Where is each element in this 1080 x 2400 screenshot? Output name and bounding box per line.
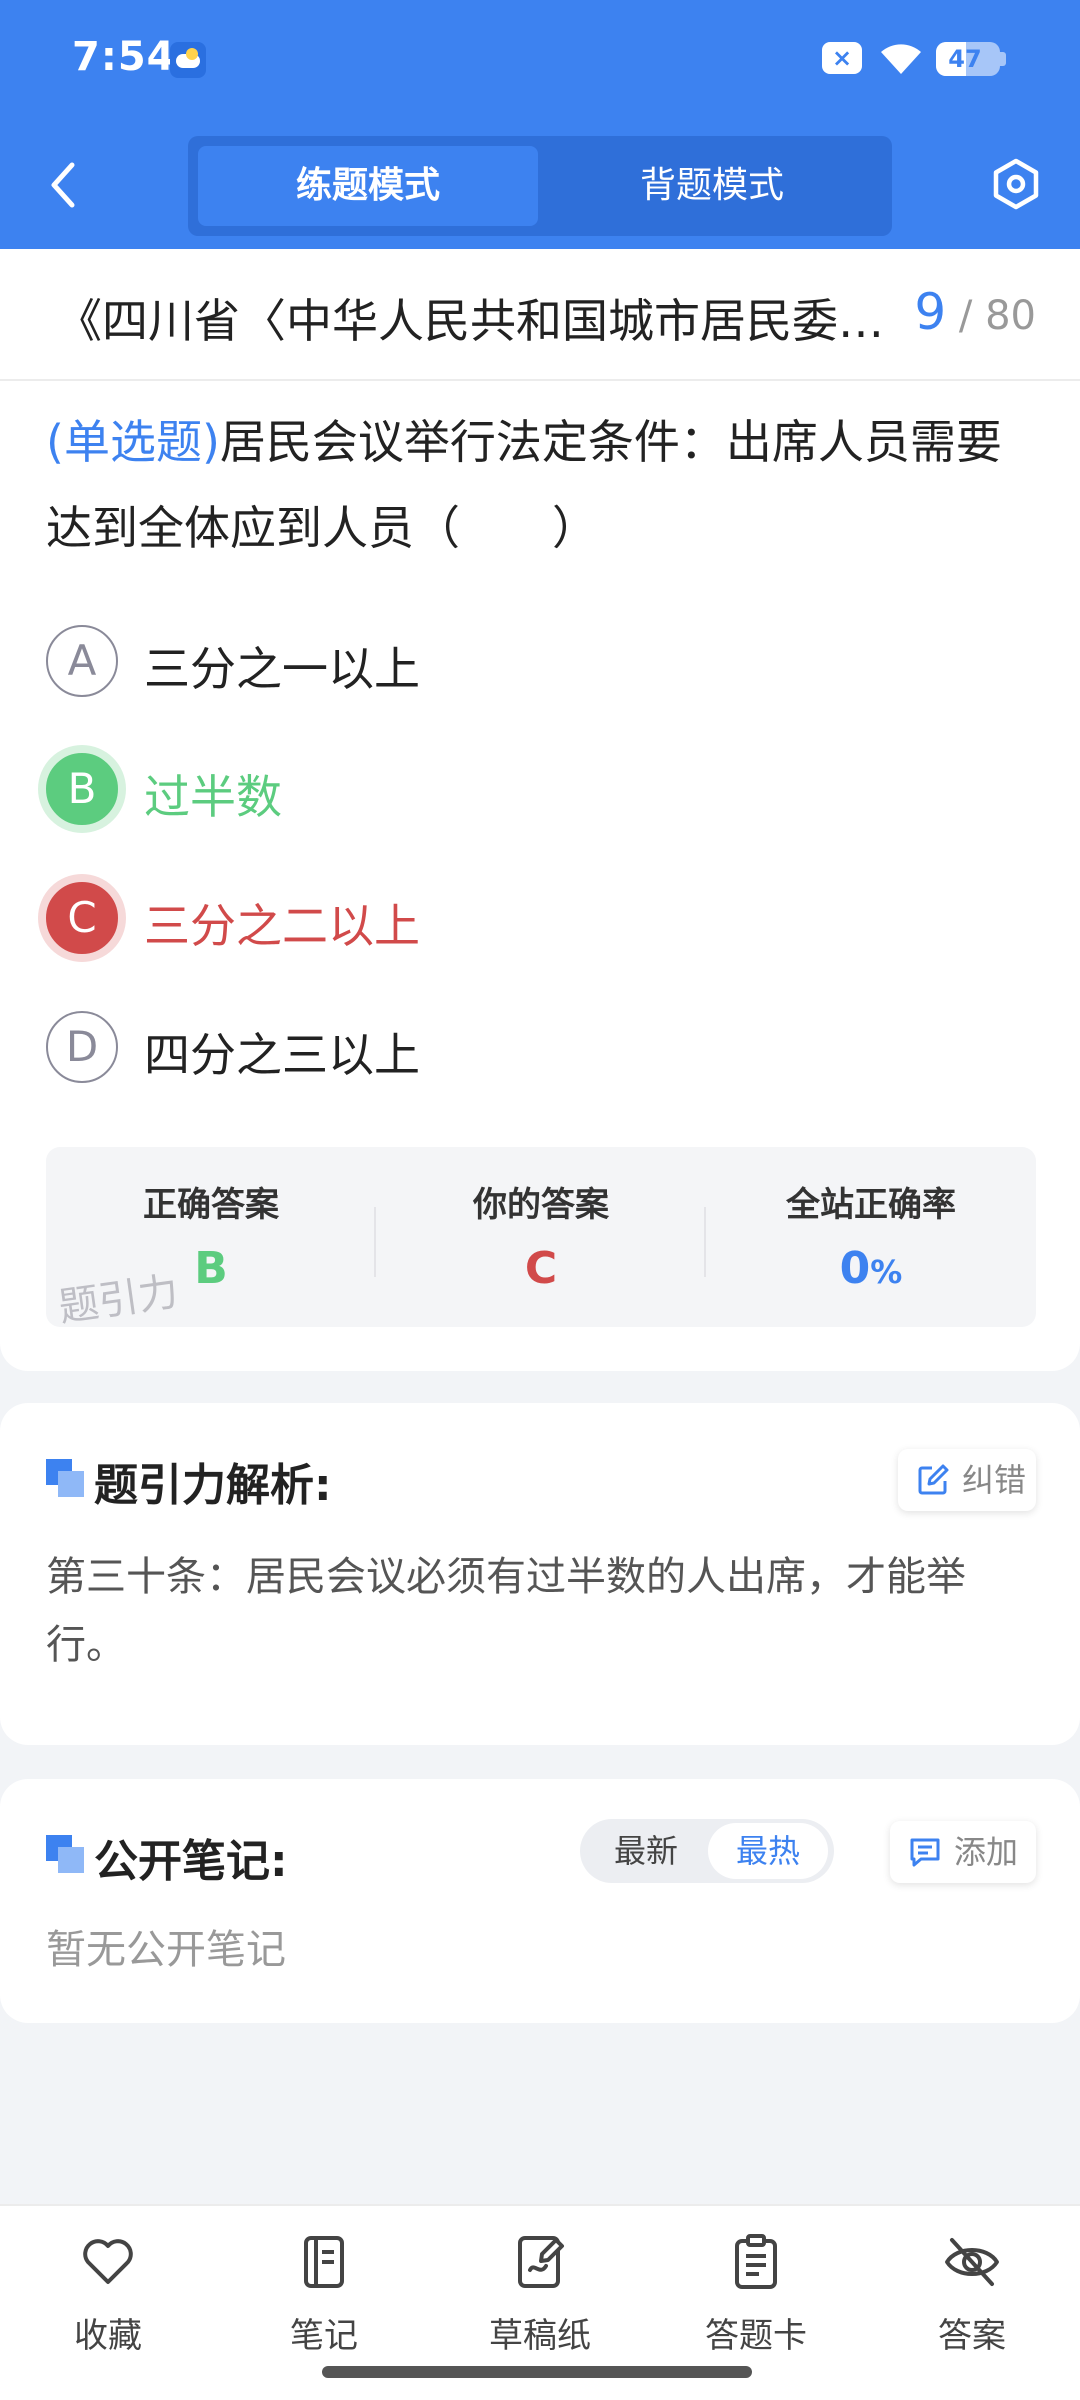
notes-empty-text: 暂无公开笔记 <box>46 1927 286 1973</box>
chevron-left-icon[interactable] <box>40 155 90 215</box>
option-text: 过半数 <box>144 770 282 824</box>
site-rate-label: 全站正确率 <box>786 1185 956 1225</box>
question-card: 《四川省〈中华人民共和国城市居民委员会组织法〉实施办法》 9 / 80 (单选题… <box>0 249 1080 1371</box>
option-c[interactable]: C 三分之二以上 <box>46 876 1026 966</box>
notes-sort-toggle: 最新 最热 <box>580 1819 834 1883</box>
question-title-row: 《四川省〈中华人民共和国城市居民委员会组织法〉实施办法》 9 / 80 <box>0 249 1080 381</box>
nav-label: 收藏 <box>74 2316 142 2356</box>
tab-practice-mode[interactable]: 练题模式 <box>198 146 538 226</box>
analysis-card: 题引力解析: 纠错 第三十条：居民会议必须有过半数的人出席，才能举行。 <box>0 1403 1080 1745</box>
correct-answer-label: 正确答案 <box>143 1185 279 1225</box>
comment-icon <box>910 1838 940 1867</box>
notes-title: 公开笔记: <box>94 1836 288 1887</box>
question-current: 9 <box>914 283 947 341</box>
question-text: (单选题)居民会议举行法定条件：出席人员需要达到全体应到人员（ ） <box>46 399 1036 571</box>
question-total: / 80 <box>958 293 1036 339</box>
nav-answer[interactable]: 答案 <box>872 2232 1072 2362</box>
wifi-icon <box>881 44 921 74</box>
draft-paper-icon <box>518 2236 564 2288</box>
report-error-label: 纠错 <box>962 1461 1027 1499</box>
option-letter: B <box>46 753 118 825</box>
nav-favorite[interactable]: 收藏 <box>8 2232 208 2362</box>
option-letter: D <box>46 1011 118 1083</box>
option-text: 三分之二以上 <box>144 899 420 953</box>
battery-tip <box>1000 52 1006 66</box>
section-icon <box>46 1835 84 1873</box>
mode-switch: 练题模式 背题模式 <box>188 136 892 236</box>
nav-label: 答题卡 <box>705 2316 807 2356</box>
your-answer-label: 你的答案 <box>473 1185 609 1225</box>
site-rate-col: 全站正确率 0% <box>706 1147 1036 1327</box>
report-error-button[interactable]: 纠错 <box>898 1449 1036 1511</box>
option-b[interactable]: B 过半数 <box>46 747 1026 837</box>
site-rate-number: 0 <box>839 1243 871 1294</box>
question-set-title: 《四川省〈中华人民共和国城市居民委员会组织法〉实施办法》 <box>56 294 916 348</box>
heart-icon <box>83 2239 133 2284</box>
site-rate-value: 0% <box>706 1243 1036 1294</box>
nav-label: 笔记 <box>290 2316 358 2356</box>
answer-card-icon <box>735 2234 777 2289</box>
tab-memorize-mode[interactable]: 背题模式 <box>542 146 882 226</box>
option-letter: A <box>46 625 118 697</box>
option-a[interactable]: A 三分之一以上 <box>46 619 1026 709</box>
option-d[interactable]: D 四分之三以上 <box>46 1005 1026 1095</box>
nav-label: 草稿纸 <box>489 2316 591 2356</box>
sort-latest[interactable]: 最新 <box>586 1823 706 1879</box>
question-counter: 9 / 80 <box>914 283 1036 341</box>
site-rate-unit: % <box>870 1253 903 1291</box>
status-time: 7:54 <box>72 34 176 80</box>
settings-hex-icon[interactable] <box>990 158 1042 210</box>
home-indicator <box>322 2366 752 2378</box>
close-box-icon: × <box>822 42 862 74</box>
answer-summary: 正确答案 B 你的答案 C 全站正确率 0% 题引力 <box>46 1147 1036 1327</box>
sort-hot[interactable]: 最热 <box>708 1823 828 1879</box>
your-answer-col: 你的答案 C <box>376 1147 706 1327</box>
option-text: 三分之一以上 <box>144 642 420 696</box>
battery-icon: 47 <box>936 42 1000 76</box>
nav-draft-paper[interactable]: 草稿纸 <box>440 2232 640 2362</box>
question-type: (单选题) <box>46 415 220 469</box>
battery-level: 47 <box>948 45 982 73</box>
nav-label: 答案 <box>938 2316 1006 2356</box>
edit-icon <box>918 1464 949 1495</box>
notes-card: 公开笔记: 最新 最热 添加 暂无公开笔记 <box>0 1779 1080 2023</box>
notebook-icon <box>304 2236 344 2288</box>
option-letter: C <box>46 882 118 954</box>
analysis-text: 第三十条：居民会议必须有过半数的人出席，才能举行。 <box>46 1554 966 1668</box>
option-text: 四分之三以上 <box>144 1028 420 1082</box>
nav-answer-card[interactable]: 答题卡 <box>656 2232 856 2362</box>
weather-icon <box>170 42 206 78</box>
your-answer-value: C <box>524 1243 558 1294</box>
add-note-button[interactable]: 添加 <box>890 1821 1036 1883</box>
section-icon <box>46 1459 84 1497</box>
top-header: 7:54 × 47 练题模式 背题模式 <box>0 0 1080 249</box>
analysis-title: 题引力解析: <box>94 1460 332 1511</box>
eye-off-icon <box>945 2238 999 2286</box>
add-note-label: 添加 <box>954 1833 1019 1871</box>
nav-notes[interactable]: 笔记 <box>224 2232 424 2362</box>
